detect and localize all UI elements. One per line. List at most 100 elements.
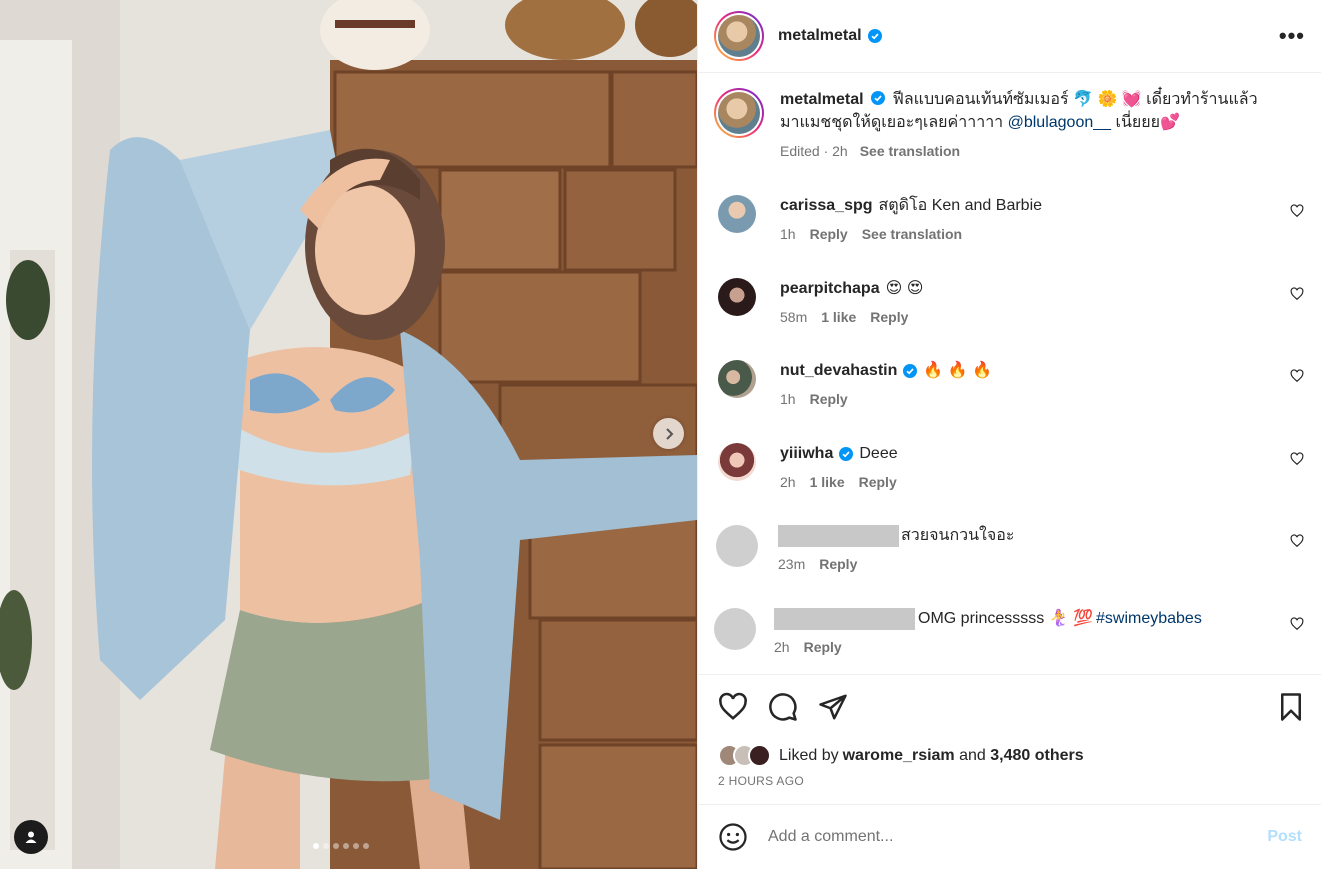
caption-author-avatar[interactable] [714, 88, 764, 138]
like-comment-heart-icon[interactable] [1290, 617, 1304, 631]
post-header: metalmetal ••• [698, 0, 1321, 73]
caption-edited-time: Edited · 2h [780, 143, 848, 159]
liker-avatar [748, 744, 771, 767]
see-translation-link[interactable]: See translation [860, 140, 960, 163]
comment-time: 2h [774, 639, 790, 655]
more-options-icon[interactable]: ••• [1279, 25, 1305, 47]
comment-text: 🔥 🔥 🔥 [923, 362, 993, 379]
reply-button[interactable]: Reply [870, 309, 908, 325]
comment-time: 23m [778, 556, 806, 572]
comment-text: OMG princesssss 🧜‍♀️ 💯 [918, 610, 1093, 627]
caption-username[interactable]: metalmetal [780, 91, 864, 108]
instagram-post-view: metalmetal ••• metalmetal ฟีลแบบคอนเท้นท… [0, 0, 1321, 869]
commenter-avatar[interactable] [718, 195, 756, 233]
comment-time: 1h [780, 226, 796, 242]
reply-button[interactable]: Reply [804, 639, 842, 655]
post-photo [0, 0, 697, 869]
commenter-username[interactable]: carissa_spg [780, 195, 873, 217]
reply-button[interactable]: Reply [810, 391, 848, 407]
commenter-username[interactable]: yiiiwha [780, 443, 833, 465]
comment-item: pearpitchapa 😍 😍 58m 1 like Reply [718, 278, 1308, 325]
likes-summary: Liked by warome_rsiam and 3,480 others [718, 744, 1084, 767]
like-comment-heart-icon[interactable] [1290, 452, 1304, 466]
comment-text: สตูดิโอ Ken and Barbie [878, 197, 1043, 214]
add-comment-bar: Post [698, 804, 1321, 869]
redacted-username [774, 608, 915, 630]
smiley-icon [719, 823, 747, 851]
commenter-avatar[interactable] [716, 525, 758, 567]
likes-count[interactable]: 3,480 others [990, 747, 1083, 765]
comment-like-count[interactable]: 1 like [810, 474, 845, 490]
post-caption: metalmetal ฟีลแบบคอนเท้นท์ซัมเมอร์ 🐬 🌼 💓… [698, 74, 1321, 163]
share-button[interactable] [818, 692, 848, 722]
slide-dot [353, 843, 359, 849]
caption-mention-link[interactable]: @blulagoon__ [1008, 114, 1111, 131]
slide-dot [323, 843, 329, 849]
paper-plane-icon [819, 694, 847, 720]
comment-text: Deee [859, 445, 898, 462]
author-username[interactable]: metalmetal [778, 27, 882, 45]
hashtag-link[interactable]: #swimeybabes [1096, 608, 1202, 630]
slide-dot [343, 843, 349, 849]
comment-time: 1h [780, 391, 796, 407]
reply-button[interactable]: Reply [810, 226, 848, 242]
like-comment-heart-icon[interactable] [1290, 287, 1304, 301]
comment-time: 2h [780, 474, 796, 490]
tagged-users-button[interactable] [14, 820, 48, 854]
commenter-username[interactable]: nut_devahastin [780, 360, 897, 382]
liked-by-prefix: Liked by [779, 746, 839, 764]
like-comment-heart-icon[interactable] [1290, 369, 1304, 383]
caption-text-end: เนี่ยยย💕 [1111, 114, 1180, 131]
like-button[interactable] [718, 692, 748, 722]
comment-item: carissa_spg สตูดิโอ Ken and Barbie 1h Re… [718, 195, 1308, 242]
liked-by-user[interactable]: warome_rsiam [843, 747, 955, 765]
comment-bubble-icon [769, 693, 797, 721]
comment-item: สวยจนกวนใจอะ 23m Reply [716, 525, 1308, 572]
bookmark-icon [1281, 693, 1301, 721]
emoji-picker-button[interactable] [718, 822, 748, 852]
comment-time: 58m [780, 309, 808, 325]
user-icon [25, 831, 37, 843]
slide-indicator [313, 843, 369, 849]
slide-dot [363, 843, 369, 849]
like-comment-heart-icon[interactable] [1290, 204, 1304, 218]
redacted-username [778, 525, 899, 547]
see-translation-link[interactable]: See translation [862, 226, 962, 242]
post-comment-button[interactable]: Post [1267, 828, 1302, 846]
commenter-avatar[interactable] [718, 443, 756, 481]
post-media[interactable] [0, 0, 697, 869]
slide-dot [333, 843, 339, 849]
post-actions: Liked by warome_rsiam and 3,480 others 2… [698, 674, 1321, 804]
comment-text: 😍 😍 [885, 280, 924, 297]
reply-button[interactable]: Reply [859, 474, 897, 490]
like-comment-heart-icon[interactable] [1290, 534, 1304, 548]
verified-badge-icon [839, 447, 854, 461]
reply-button[interactable]: Reply [819, 556, 857, 572]
save-button[interactable] [1276, 692, 1306, 722]
verified-badge-icon [867, 29, 882, 43]
author-avatar[interactable] [714, 11, 764, 61]
post-sidebar: metalmetal ••• metalmetal ฟีลแบบคอนเท้นท… [697, 0, 1321, 869]
author-username-text[interactable]: metalmetal [778, 27, 862, 45]
slide-dot [313, 843, 319, 849]
comment-item: yiiiwha Deee 2h 1 like Reply [718, 443, 1308, 490]
comment-input[interactable] [768, 828, 1268, 846]
commenter-avatar[interactable] [714, 608, 756, 650]
comment-text: สวยจนกวนใจอะ [901, 527, 1015, 544]
liker-avatars[interactable] [718, 744, 771, 767]
commenter-avatar[interactable] [718, 360, 756, 398]
comment-button[interactable] [768, 692, 798, 722]
verified-badge-icon [903, 364, 918, 378]
heart-icon [719, 692, 747, 720]
post-timestamp[interactable]: 2 HOURS AGO [718, 774, 804, 788]
liked-by-middle: and [954, 746, 991, 764]
comments-section: metalmetal ฟีลแบบคอนเท้นท์ซัมเมอร์ 🐬 🌼 💓… [698, 74, 1321, 674]
comment-item: OMG princesssss 🧜‍♀️ 💯 #swimeybabes 2h R… [714, 608, 1308, 655]
next-slide-button[interactable] [653, 418, 684, 449]
verified-badge-icon [871, 91, 886, 105]
comment-item: nut_devahastin 🔥 🔥 🔥 1h Reply [718, 360, 1308, 407]
commenter-username[interactable]: pearpitchapa [780, 278, 880, 300]
commenter-avatar[interactable] [718, 278, 756, 316]
chevron-right-icon [665, 427, 673, 440]
comment-like-count[interactable]: 1 like [821, 309, 856, 325]
